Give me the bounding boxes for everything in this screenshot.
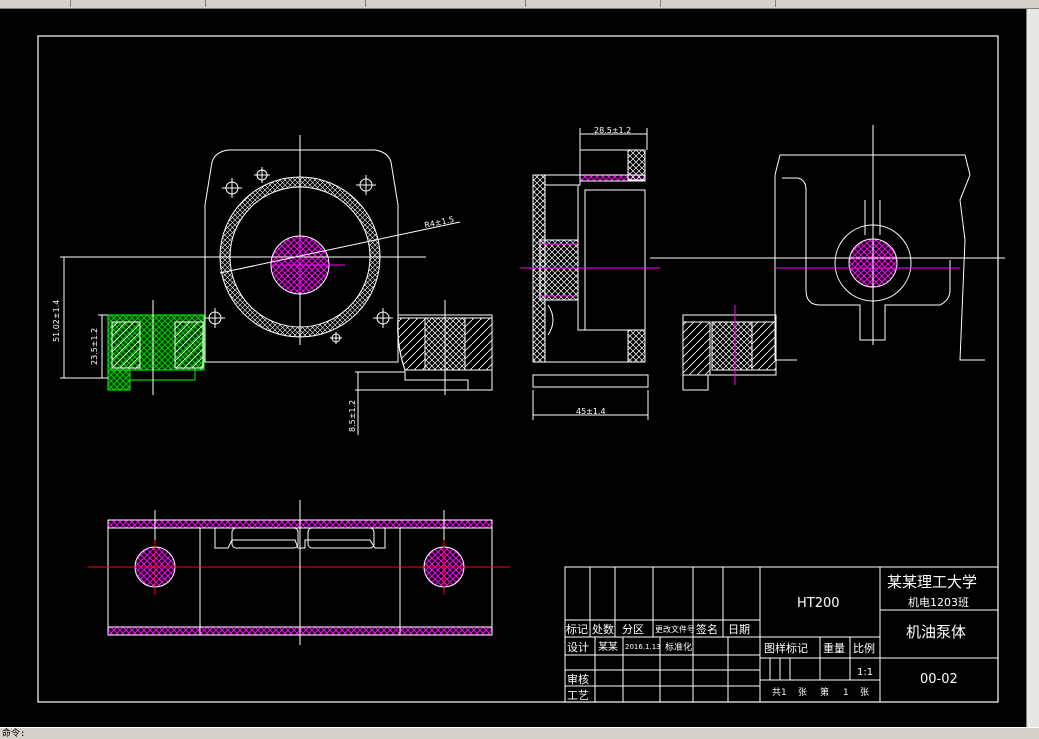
designer-name: 某某 <box>598 641 618 653</box>
tab-divider <box>365 0 366 7</box>
vertical-scrollbar[interactable] <box>1026 9 1039 727</box>
dim-radius: R4±1.5 <box>424 215 455 230</box>
sheet-current: 1 <box>843 688 849 698</box>
right-section-view <box>650 125 1005 391</box>
title-class: 机电1203班 <box>908 595 969 609</box>
col-mark: 标记 <box>566 622 588 636</box>
front-view <box>60 135 493 435</box>
design-date: 2016.1.13 <box>625 643 661 651</box>
command-prompt: 命令: <box>2 729 26 739</box>
tab-divider <box>70 0 71 7</box>
tab-divider <box>525 0 526 7</box>
col-sign: 签名 <box>696 622 718 636</box>
scale-label: 比例 <box>853 641 875 655</box>
sheet-unit-2: 张 <box>860 687 869 698</box>
title-school: 某某理工大学 <box>887 573 977 591</box>
col-date: 日期 <box>728 623 750 636</box>
title-drawing-number: 00-02 <box>920 672 958 687</box>
tab-divider <box>205 0 206 7</box>
tab-strip <box>0 0 1039 9</box>
process-label: 工艺 <box>567 689 589 702</box>
dim-height-total: 51.02±1.4 <box>52 300 61 342</box>
tab-divider <box>775 0 776 7</box>
stage-mark-label: 图样标记 <box>764 641 808 655</box>
design-label: 设计 <box>567 641 589 654</box>
title-material: HT200 <box>797 596 840 611</box>
col-zone: 分区 <box>622 623 644 636</box>
drawing-canvas[interactable]: R4±1.5 51.02±1.4 23.5±1.2 8.5±1.2 28.5±1… <box>0 9 1026 727</box>
dim-width-bottom: 45±1.4 <box>576 407 606 416</box>
sheet-total-prefix: 共1 <box>772 687 787 698</box>
sheet-current-prefix: 第 <box>820 686 829 698</box>
side-section-view <box>520 128 660 420</box>
standard-label: 标准化 <box>665 641 692 653</box>
dim-offset: 8.5±1.2 <box>348 400 357 432</box>
review-label: 审核 <box>567 672 589 686</box>
sheet-unit-1: 张 <box>798 687 807 698</box>
col-count: 处数 <box>592 623 614 636</box>
tab-divider <box>660 0 661 7</box>
dim-width-top: 28.5±1.2 <box>594 126 631 135</box>
scale-value: 1:1 <box>857 667 873 678</box>
dim-height-base: 23.5±1.2 <box>90 328 99 365</box>
title-part-name: 机油泵体 <box>906 623 966 641</box>
col-doc: 更改文件号 <box>655 624 695 634</box>
top-view <box>88 500 510 645</box>
weight-label: 重量 <box>823 641 845 655</box>
